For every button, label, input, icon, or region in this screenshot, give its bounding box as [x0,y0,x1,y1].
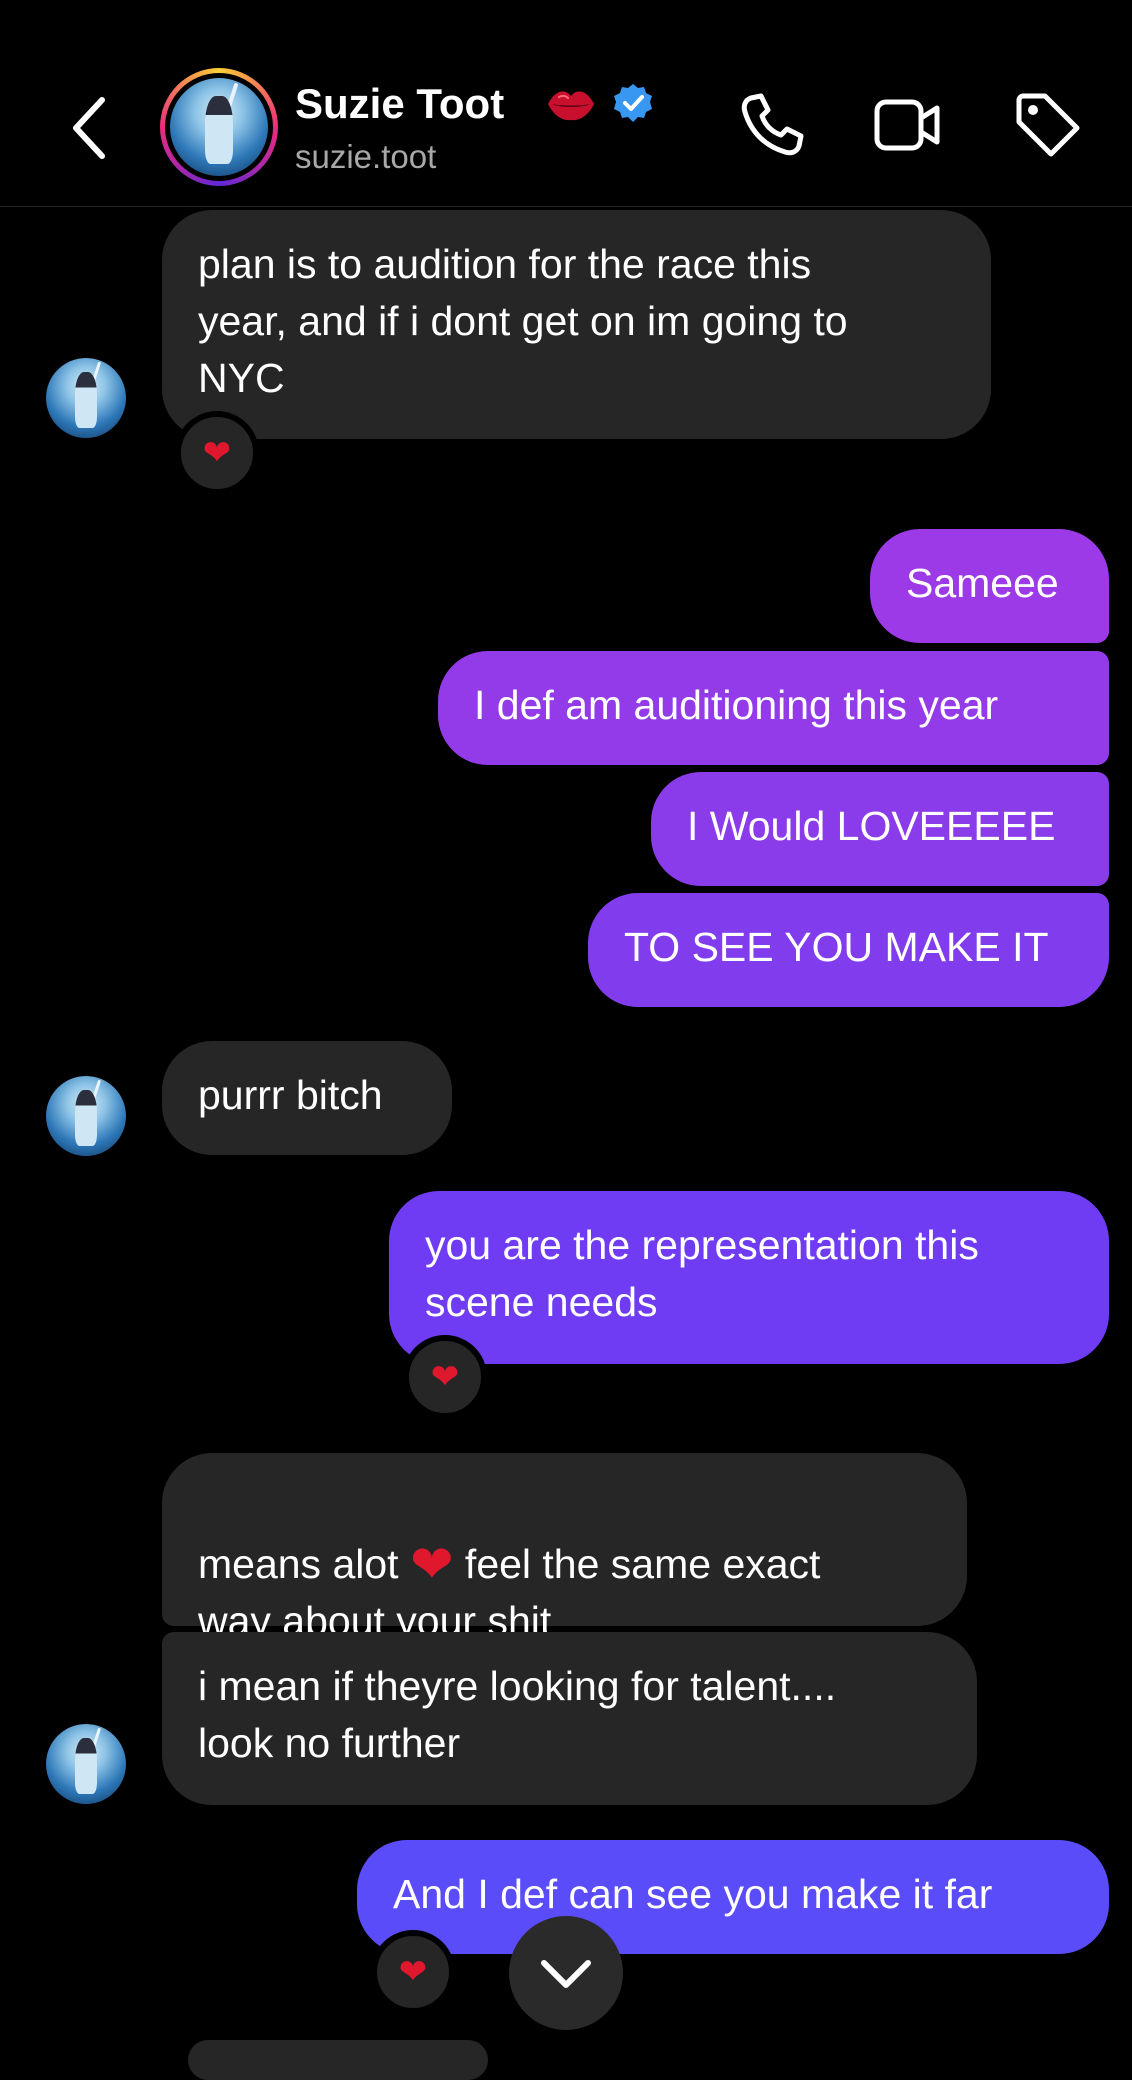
scroll-to-bottom-button[interactable] [509,1916,623,2030]
message-bubble-sent[interactable]: you are the representation this scene ne… [389,1191,1109,1364]
message-bubble-received[interactable]: i mean if theyre looking for talent.... … [162,1632,977,1805]
avatar[interactable] [46,1724,126,1804]
avatar[interactable] [170,78,268,176]
contact-name[interactable]: Suzie Toot [295,78,504,130]
avatar[interactable] [46,358,126,438]
message-bubble-received[interactable]: purrr bitch [162,1041,452,1155]
message-bubble-received[interactable] [188,2040,488,2080]
heart-emoji-icon: ❤ [409,1535,454,1595]
heart-icon: ❤ [430,1357,460,1397]
heart-icon: ❤ [202,433,232,473]
chevron-down-icon [541,1960,591,1988]
message-bubble-sent[interactable]: And I def can see you make it far [357,1840,1109,1954]
tag-button[interactable] [1013,90,1083,160]
audio-call-button[interactable] [737,90,807,160]
video-call-button[interactable] [873,90,943,160]
message-bubble-received[interactable]: means alot ❤ feel the same exact way abo… [162,1453,967,1644]
tag-icon [1016,93,1080,157]
video-icon [874,99,940,151]
verified-badge-icon [614,84,652,122]
lips-emoji-icon [548,91,594,121]
back-icon [73,97,105,159]
message-reaction[interactable]: ❤ [403,1335,487,1419]
message-text: means alot [198,1541,410,1587]
message-bubble-sent[interactable]: Sameee [870,529,1109,643]
chat-header: Suzie Toot suzie.toot [0,0,1132,207]
heart-icon: ❤ [398,1952,428,1992]
message-bubble-sent[interactable]: I Would LOVEEEEE [651,772,1109,886]
message-reaction[interactable]: ❤ [175,411,259,495]
message-bubble-received[interactable]: plan is to audition for the race this ye… [162,210,991,439]
message-bubble-sent[interactable]: TO SEE YOU MAKE IT [588,893,1109,1007]
avatar[interactable] [46,1076,126,1156]
phone-icon [741,93,804,156]
back-button[interactable] [62,88,118,168]
contact-username: suzie.toot [295,138,437,175]
message-bubble-sent[interactable]: I def am auditioning this year [438,651,1109,765]
message-reaction[interactable]: ❤ [371,1930,455,2014]
